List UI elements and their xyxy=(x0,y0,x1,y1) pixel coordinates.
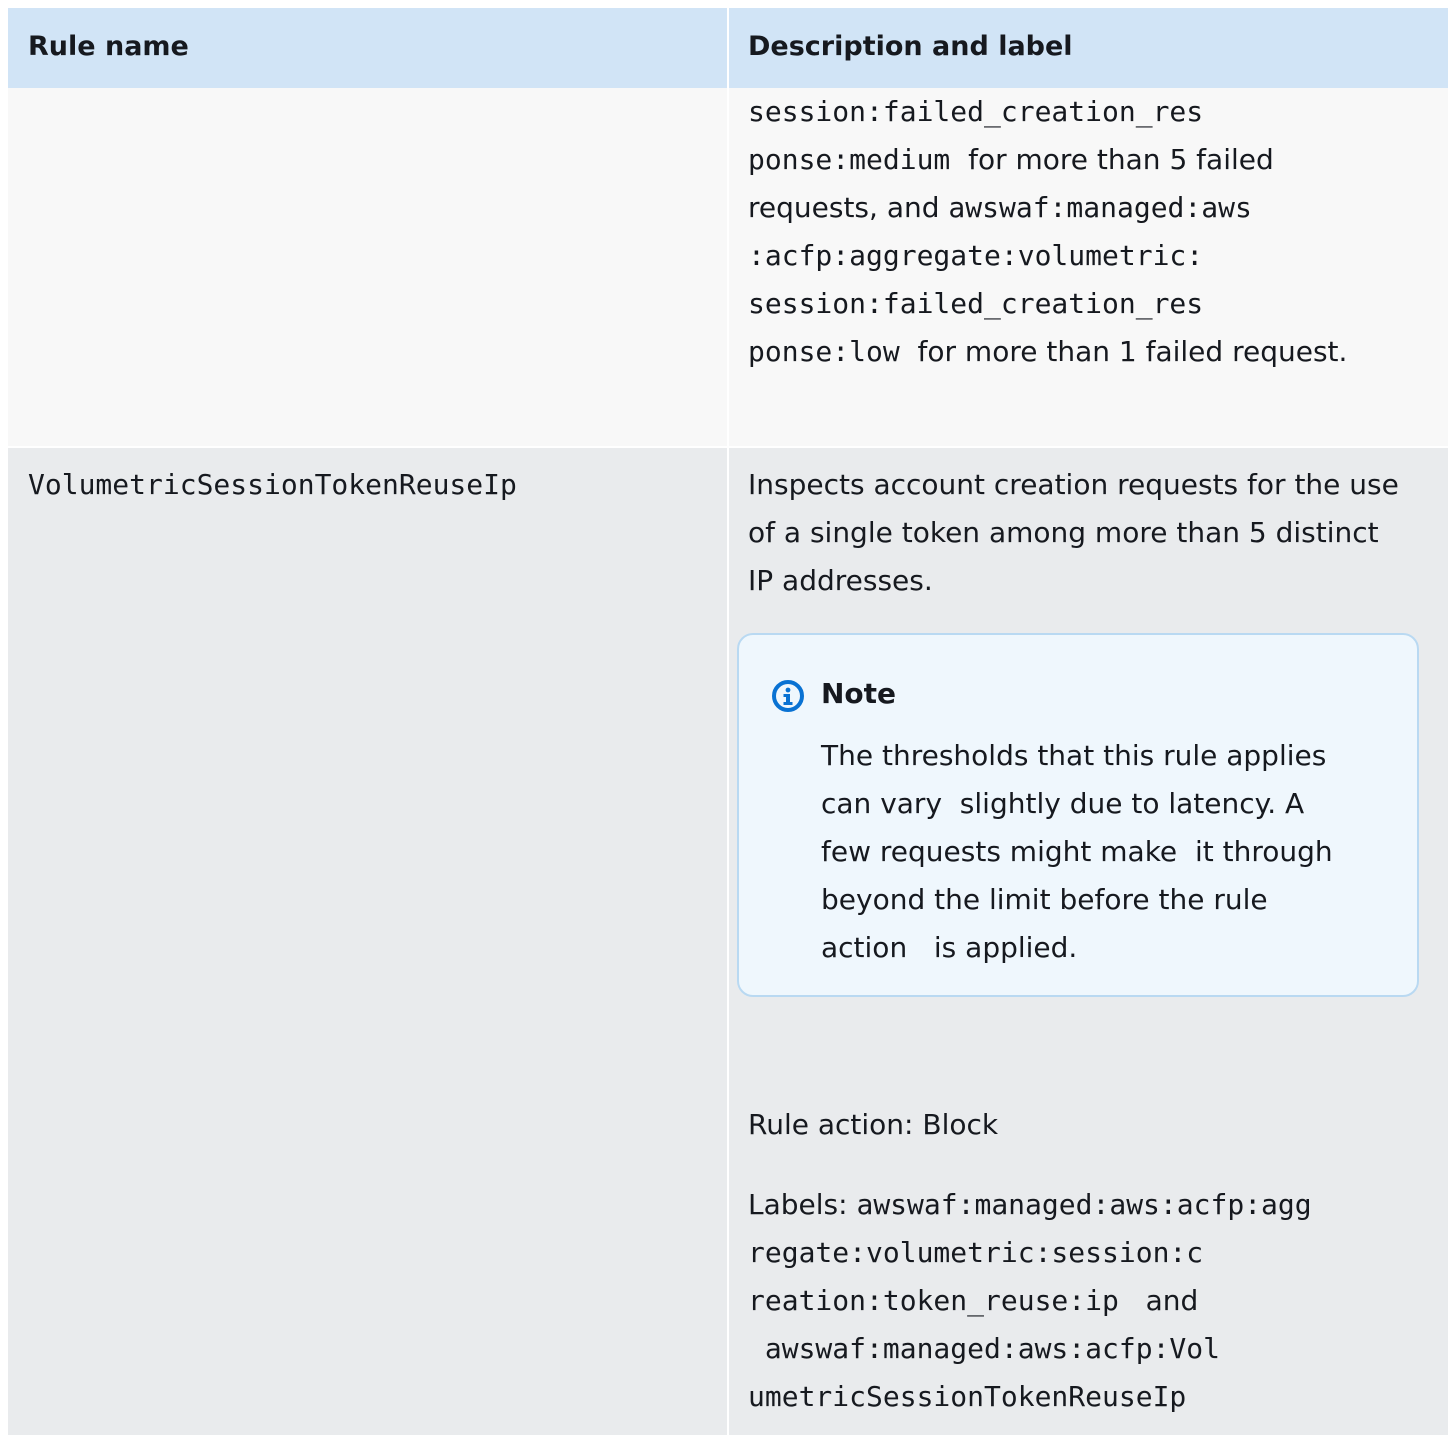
code-text: awswaf:managed:aws xyxy=(948,191,1252,224)
text: for more than 5 failed xyxy=(950,143,1274,176)
text: and xyxy=(1118,1284,1199,1317)
description-line: session:failed_creation_res xyxy=(748,280,1203,328)
note-text-line: beyond the limit before the rule xyxy=(821,883,1268,916)
header-description: Description and label xyxy=(748,31,1073,62)
code-text: regate:volumetric:session:c xyxy=(748,1236,1204,1269)
code-text: :acfp:aggregate:volumetric: xyxy=(748,239,1204,272)
code-text: awswaf:managed:aws:acfp:agg xyxy=(856,1188,1312,1221)
description-line: of a single token among more than 5 dist… xyxy=(748,516,1379,549)
note-title: Note xyxy=(821,677,897,710)
text: for more than 1 failed request. xyxy=(899,335,1348,368)
text: requests, and xyxy=(748,191,949,224)
code-text: ponse:low xyxy=(748,335,900,368)
description-line: IP addresses. xyxy=(748,564,933,597)
header-rule-name: Rule name xyxy=(28,31,189,62)
note-callout: Note The thresholds that this rule appli… xyxy=(737,633,1419,997)
code-text: session:failed_creation_res xyxy=(748,287,1204,320)
text: Labels: xyxy=(748,1188,857,1221)
description-line: Inspects account creation requests for t… xyxy=(748,468,1399,501)
description-line: reation:token_reuse:ip and xyxy=(748,1277,1198,1325)
note-text-line: can vary slightly due to latency. A xyxy=(821,787,1305,820)
info-icon xyxy=(772,680,804,712)
rule-action: Rule action: Block xyxy=(748,1108,999,1141)
description-line: ponse:low for more than 1 failed request… xyxy=(748,328,1347,376)
note-text-line: action is applied. xyxy=(821,931,1078,964)
description-line: umetricSessionTokenReuseIp xyxy=(748,1373,1186,1421)
description-line: awswaf:managed:aws:acfp:Vol xyxy=(748,1325,1220,1373)
column-divider xyxy=(727,8,729,1435)
description-line: session:failed_creation_res xyxy=(748,88,1203,136)
description-line: Labels: awswaf:managed:aws:acfp:agg xyxy=(748,1181,1312,1229)
description-line: :acfp:aggregate:volumetric: xyxy=(748,232,1203,280)
code-text: reation:token_reuse:ip xyxy=(748,1284,1119,1317)
code-text: umetricSessionTokenReuseIp xyxy=(748,1380,1187,1413)
description-line: ponse:medium for more than 5 failed xyxy=(748,136,1274,184)
rule-name-cell: VolumetricSessionTokenReuseIp xyxy=(28,468,517,501)
description-line: requests, and awswaf:managed:aws xyxy=(748,184,1252,232)
code-text: session:failed_creation_res xyxy=(748,95,1204,128)
description-line: regate:volumetric:session:c xyxy=(748,1229,1203,1277)
code-text: ponse:medium xyxy=(748,143,951,176)
note-text-line: few requests might make it through xyxy=(821,835,1333,868)
code-text: awswaf:managed:aws:acfp:Vol xyxy=(748,1332,1221,1365)
note-text-line: The thresholds that this rule applies xyxy=(821,739,1327,772)
